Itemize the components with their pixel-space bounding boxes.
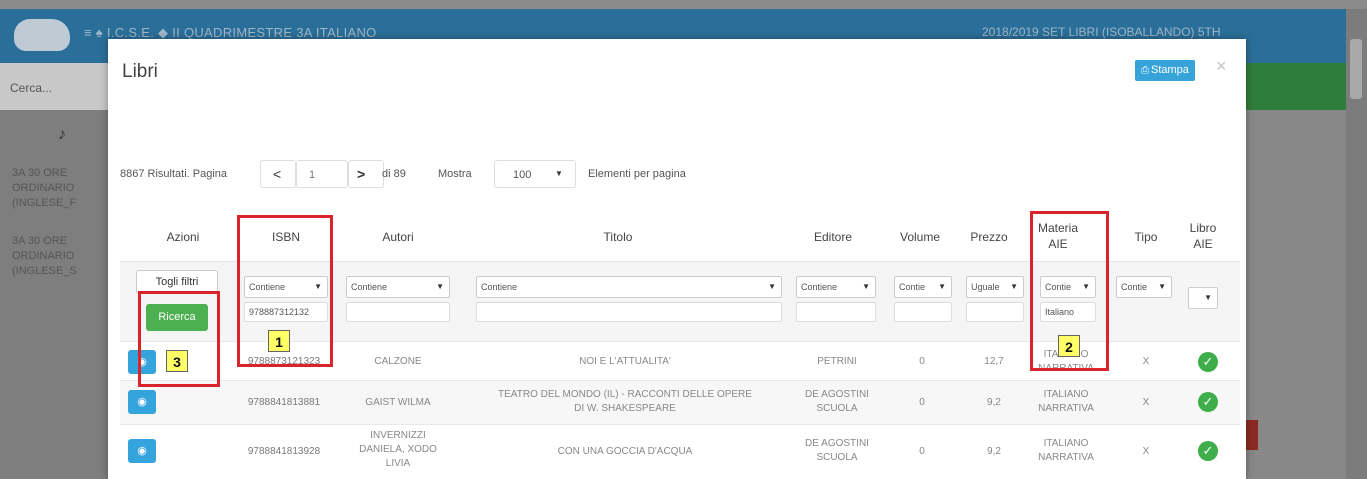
- divider: [120, 380, 1240, 381]
- caret-down-icon: ▼: [555, 169, 563, 178]
- next-page-button[interactable]: >: [348, 160, 384, 188]
- autori-filter-operator[interactable]: Contiene ▼: [346, 276, 450, 298]
- prezzo-op-value: Uguale: [971, 282, 1000, 292]
- caret-down-icon: ▼: [436, 282, 444, 291]
- prev-page-button[interactable]: <: [260, 160, 296, 188]
- scrollbar-thumb[interactable]: [1350, 39, 1362, 99]
- caret-down-icon: ▼: [768, 282, 776, 291]
- annotation-label: 1: [268, 330, 290, 352]
- prezzo-cell: 9,2: [987, 397, 1001, 408]
- libri-modal: Libri ⎙ Stampa × 8867 Risultati. Pagina <…: [108, 39, 1246, 479]
- editore-cell: DE AGOSTINI SCUOLA: [805, 438, 869, 463]
- total-pages: di 89: [382, 168, 406, 180]
- col-azioni[interactable]: Azioni: [148, 229, 218, 245]
- volume-cell: 0: [919, 446, 925, 457]
- prezzo-cell: 12,7: [984, 356, 1004, 367]
- volume-cell: 0: [919, 356, 925, 367]
- col-tipo[interactable]: Tipo: [1126, 229, 1166, 245]
- volume-op-value: Contie: [899, 282, 926, 292]
- page-number: 1: [309, 169, 316, 181]
- autori-cell: INVERNIZZI DANIELA, XODO LIVIA: [359, 430, 437, 469]
- col-prezzo[interactable]: Prezzo: [964, 229, 1014, 245]
- autori-cell: CALZONE: [374, 356, 422, 367]
- col-volume[interactable]: Volume: [890, 229, 950, 245]
- titolo-cell: NOI E L'ATTUALITA': [579, 356, 671, 367]
- tipo-cell: X: [1142, 446, 1150, 457]
- print-button[interactable]: ⎙ Stampa: [1135, 60, 1195, 81]
- col-editore[interactable]: Editore: [803, 229, 863, 245]
- eye-icon: ◉: [137, 396, 147, 408]
- tipo-filter-operator[interactable]: Contie ▼: [1116, 276, 1172, 298]
- prezzo-cell: 9,2: [987, 446, 1001, 457]
- close-icon[interactable]: ×: [1216, 56, 1227, 77]
- autori-op-value: Contiene: [351, 282, 388, 292]
- per-page-suffix: Elementi per pagina: [588, 168, 686, 180]
- editore-cell: DE AGOSTINI SCUOLA: [805, 389, 869, 414]
- results-count: 8867 Risultati. Pagina: [120, 168, 228, 180]
- editore-filter-input[interactable]: [796, 302, 876, 322]
- divider: [120, 424, 1240, 425]
- editore-op-value: Contiene: [801, 282, 838, 292]
- sidebar-item[interactable]: 3A 30 ORE ORDINARIO (INGLESE_F: [12, 166, 76, 211]
- annotation-label: 3: [166, 350, 188, 372]
- view-button[interactable]: ◉: [128, 390, 156, 414]
- prezzo-filter-input[interactable]: [966, 302, 1024, 322]
- tipo-op-value: Contie: [1121, 282, 1148, 292]
- annotation-label: 2: [1058, 335, 1080, 357]
- app-red-button: [1246, 420, 1258, 450]
- per-page-select[interactable]: 100 ▼: [494, 160, 576, 188]
- user-info: 2018/2019 SET LIBRI (ISOBALLANDO) 5TH: [982, 25, 1221, 39]
- autori-cell: GAIST WILMA: [365, 397, 431, 408]
- caret-down-icon: ▼: [938, 282, 946, 291]
- titolo-filter-input[interactable]: [476, 302, 782, 322]
- col-autori[interactable]: Autori: [363, 229, 433, 245]
- autori-filter-input[interactable]: [346, 302, 450, 322]
- caret-down-icon: ▼: [862, 282, 870, 291]
- sidebar-item[interactable]: 3A 30 ORE ORDINARIO (INGLESE_S: [12, 234, 77, 279]
- tipo-cell: X: [1142, 356, 1150, 367]
- sort-icon[interactable]: ♪: [58, 126, 66, 144]
- libro-filter-select[interactable]: ▼: [1188, 287, 1218, 309]
- volume-cell: 0: [919, 397, 925, 408]
- editore-filter-operator[interactable]: Contiene ▼: [796, 276, 876, 298]
- search-input[interactable]: Cerca...: [10, 81, 52, 95]
- app-sidebar: ♪ 3A 30 ORE ORDINARIO (INGLESE_F 3A 30 O…: [0, 110, 108, 479]
- volume-filter-operator[interactable]: Contie ▼: [894, 276, 952, 298]
- materia-cell: ITALIANO NARRATIVA: [1038, 438, 1094, 463]
- eye-icon: ◉: [137, 445, 147, 457]
- chevron-left-icon: <: [273, 166, 282, 182]
- check-circle-icon: ✓: [1198, 392, 1218, 412]
- show-label: Mostra: [438, 168, 472, 180]
- app-main-area: [1246, 110, 1346, 479]
- titolo-cell: TEATRO DEL MONDO (IL) - RACCONTI DELLE O…: [498, 389, 752, 414]
- titolo-cell: CON UNA GOCCIA D'ACQUA: [557, 446, 693, 457]
- app-green-bar: [1246, 63, 1346, 110]
- materia-cell: ITALIANO NARRATIVA: [1038, 389, 1094, 414]
- isbn-cell: 9788841813881: [247, 397, 321, 408]
- page-input[interactable]: 1: [296, 160, 348, 188]
- print-icon: ⎙: [1141, 65, 1149, 76]
- view-button[interactable]: ◉: [128, 439, 156, 463]
- caret-down-icon: ▼: [1010, 282, 1018, 291]
- volume-filter-input[interactable]: [894, 302, 952, 322]
- caret-down-icon: ▼: [1204, 293, 1212, 302]
- isbn-cell: 9788841813928: [247, 446, 321, 457]
- titolo-filter-operator[interactable]: Contiene ▼: [476, 276, 782, 298]
- titolo-op-value: Contiene: [481, 282, 518, 292]
- col-libro-aie[interactable]: Libro AIE: [1183, 220, 1223, 252]
- tipo-cell: X: [1142, 397, 1150, 408]
- prezzo-filter-operator[interactable]: Uguale ▼: [966, 276, 1024, 298]
- page-scrollbar[interactable]: [1346, 9, 1367, 479]
- modal-title: Libri: [122, 61, 158, 82]
- check-circle-icon: ✓: [1198, 441, 1218, 461]
- check-circle-icon: ✓: [1198, 352, 1218, 372]
- chevron-right-icon: >: [357, 166, 366, 182]
- print-label: Stampa: [1151, 64, 1189, 76]
- col-titolo[interactable]: Titolo: [588, 229, 648, 245]
- caret-down-icon: ▼: [1158, 282, 1166, 291]
- per-page-value: 100: [513, 169, 532, 181]
- editore-cell: PETRINI: [817, 356, 857, 367]
- cloud-logo-icon: [14, 19, 70, 51]
